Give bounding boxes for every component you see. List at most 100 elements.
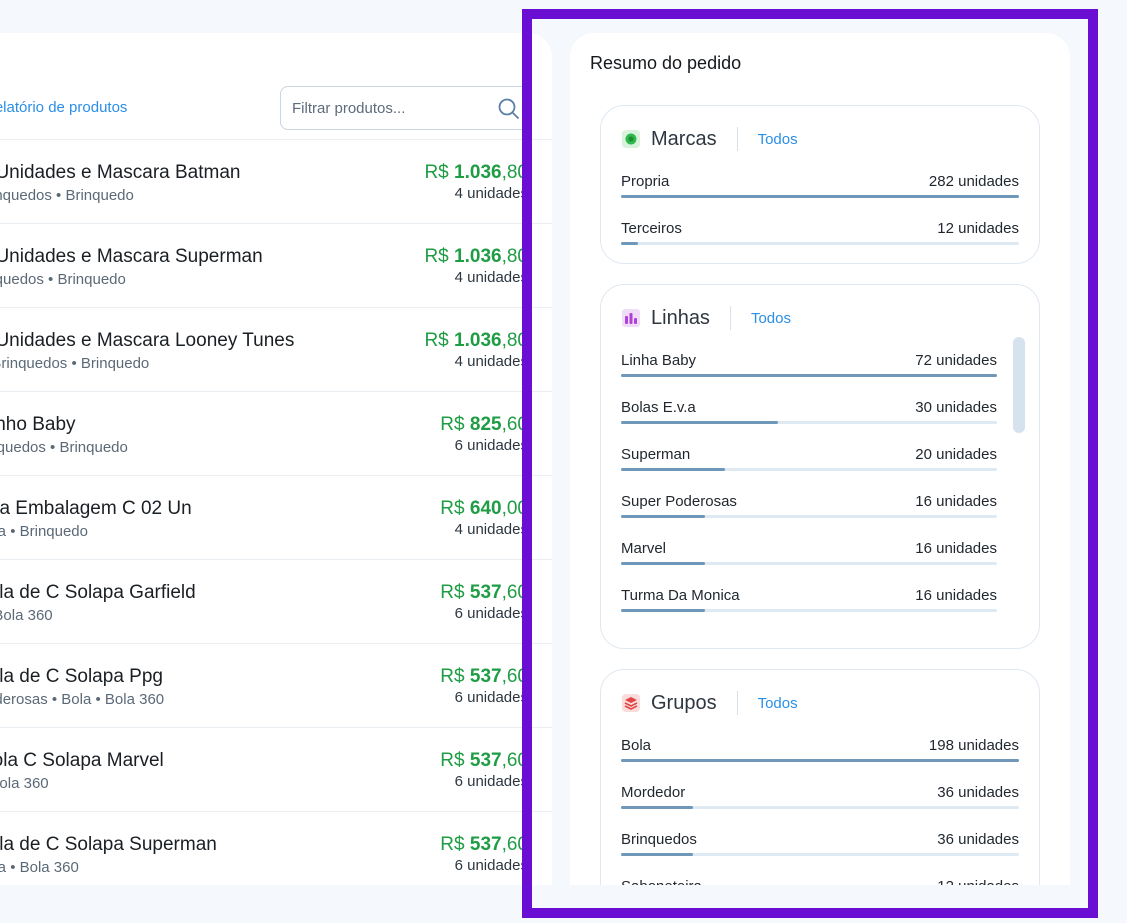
product-units: 4 unidades: [454, 521, 528, 538]
product-report-link[interactable]: Relatório de produtos: [0, 99, 127, 116]
stat-bar-track: [621, 242, 1019, 245]
order-summary-panel: Resumo do pedido Marcas Todos Propria 282…: [570, 33, 1070, 885]
stat-bar-track: [621, 421, 997, 424]
product-panel: Relatório de produtos Kit Unidades e Mas…: [0, 33, 552, 885]
stat-row[interactable]: Propria 282 unidades: [621, 166, 1019, 213]
stat-label: Brinquedos: [621, 831, 697, 848]
price-integer: 537: [469, 750, 502, 771]
product-row[interactable]: Bola C Solapa Marvel• Bola 360R$ 537,606…: [0, 727, 552, 811]
product-price: R$ 1.036,80: [424, 330, 528, 352]
price-decimal: ,60: [501, 666, 528, 687]
groups-all-link[interactable]: Todos: [758, 695, 798, 712]
product-row[interactable]: Bola de C Solapa Garfield • Bola 360 R$ 53…: [0, 559, 552, 643]
price-integer: 825: [469, 414, 502, 435]
stat-row[interactable]: Bolas E.v.a 30 unidades: [621, 392, 997, 439]
product-units: 6 unidades: [454, 857, 528, 874]
price-integer: 1.036: [454, 330, 502, 351]
product-price: R$ 1.036,80: [424, 246, 528, 268]
stat-row[interactable]: Terceiros 12 unidades: [621, 213, 1019, 260]
stat-bar-fill: [621, 468, 726, 471]
stat-row[interactable]: Super Poderosas 16 unidades: [621, 486, 997, 533]
price-currency: R$: [440, 750, 470, 771]
price-currency: R$: [424, 162, 455, 183]
product-row[interactable]: Kit Linho Baby Brinquedos • Brinquedo R$ 8…: [0, 391, 552, 475]
price-currency: R$: [424, 330, 455, 351]
groups-card-header: Grupos Todos: [621, 690, 798, 716]
stat-label: Terceiros: [621, 220, 682, 237]
product-units: 6 unidades: [454, 689, 528, 706]
stat-label: Bolas E.v.a: [621, 399, 696, 416]
price-currency: R$: [424, 246, 455, 267]
price-decimal: ,80: [501, 162, 528, 183]
filter-products-input[interactable]: [292, 87, 492, 129]
price-decimal: ,60: [501, 750, 528, 771]
stat-label: Saboneteira: [621, 878, 702, 885]
stat-label: Turma Da Monica: [621, 587, 740, 604]
price-decimal: ,60: [501, 834, 528, 855]
stat-value: 16 unidades: [915, 587, 997, 604]
lines-card-header: Linhas Todos: [621, 305, 791, 331]
search-icon[interactable]: [497, 97, 521, 121]
product-name: Bola de C Solapa Ppg: [0, 666, 163, 687]
product-row[interactable]: Kit Unidades e Mascara Batman Brinquedos …: [0, 139, 552, 223]
price-decimal: ,60: [501, 582, 528, 603]
groups-card: Grupos Todos Bola 198 unidades Mordedor 36 …: [600, 669, 1040, 885]
product-row[interactable]: Bola de C Solapa Superman Bola • Bola 360…: [0, 811, 552, 885]
stat-bar-fill: [621, 853, 694, 856]
stat-row[interactable]: Linha Baby 72 unidades: [621, 345, 997, 392]
product-category: Brinquedos • Brinquedo: [0, 439, 128, 456]
circle-dot-icon: [621, 129, 641, 149]
stat-row[interactable]: Turma Da Monica 16 unidades: [621, 580, 997, 627]
filter-products-field[interactable]: [280, 86, 530, 130]
stat-label: Propria: [621, 173, 670, 190]
stat-row[interactable]: Brinquedos 36 unidades: [621, 824, 1019, 871]
product-row[interactable]: Kit Unidades e Mascara Superman Brinquedo…: [0, 223, 552, 307]
stat-bar-track: [621, 609, 997, 612]
stat-bar-track: [621, 195, 1019, 198]
product-price: R$ 825,60: [440, 414, 528, 436]
price-integer: 537: [469, 582, 502, 603]
stat-value: 12 unidades: [937, 878, 1019, 885]
stat-row[interactable]: Marvel 16 unidades: [621, 533, 997, 580]
product-units: 4 unidades: [454, 269, 528, 286]
stat-bar-track: [621, 515, 997, 518]
product-price: R$ 1.036,80: [424, 162, 528, 184]
stat-label: Superman: [621, 446, 691, 463]
product-units: 6 unidades: [454, 437, 528, 454]
price-integer: 640: [469, 498, 502, 519]
stat-row[interactable]: Mordedor 36 unidades: [621, 777, 1019, 824]
lines-all-link[interactable]: Todos: [751, 310, 791, 327]
product-category: Bola • Brinquedo: [0, 523, 88, 540]
brands-card-body: Propria 282 unidades Terceiros 12 unidades: [621, 166, 1019, 260]
stat-row[interactable]: Batman 14 unidades: [621, 627, 997, 635]
brands-all-link[interactable]: Todos: [758, 131, 798, 148]
lines-scrollbar[interactable]: [1013, 337, 1025, 433]
product-category: Brinquedos • Brinquedo: [0, 271, 126, 288]
price-currency: R$: [440, 414, 470, 435]
stat-bar-fill: [621, 759, 1019, 762]
stat-bar-fill: [621, 515, 705, 518]
stat-row[interactable]: Saboneteira 12 unidades: [621, 871, 1019, 885]
stat-bar-fill: [621, 806, 694, 809]
stat-value: 12 unidades: [937, 220, 1019, 237]
product-category: • Brinquedos • Brinquedo: [0, 355, 150, 372]
layers-icon: [621, 693, 641, 713]
stat-label: Linha Baby: [621, 352, 697, 369]
product-row[interactable]: Bola de C Solapa Ppg Poderosas • Bola • B…: [0, 643, 552, 727]
stat-value: 282 unidades: [928, 173, 1019, 190]
stat-value: 72 unidades: [915, 352, 997, 369]
stat-row[interactable]: Superman 20 unidades: [621, 439, 997, 486]
groups-card-body: Bola 198 unidades Mordedor 36 unidades Brinq…: [621, 730, 1019, 885]
stat-bar-track: [621, 562, 997, 565]
product-row[interactable]: Bola Embalagem C 02 Un Bola • Brinquedo R$…: [0, 475, 552, 559]
stat-value: 30 unidades: [915, 399, 997, 416]
product-category: Bola • Bola 360: [0, 859, 79, 876]
product-row[interactable]: Kit Unidades e Mascara Looney Tunes • Bri…: [0, 307, 552, 391]
product-name: Bola de C Solapa Garfield: [0, 582, 196, 603]
stat-value: 16 unidades: [915, 493, 997, 510]
stat-bar-fill: [621, 421, 778, 424]
stat-value: 36 unidades: [937, 831, 1019, 848]
product-price: R$ 537,60: [440, 834, 528, 856]
order-summary-title: Resumo do pedido: [590, 53, 742, 73]
stat-row[interactable]: Bola 198 unidades: [621, 730, 1019, 777]
